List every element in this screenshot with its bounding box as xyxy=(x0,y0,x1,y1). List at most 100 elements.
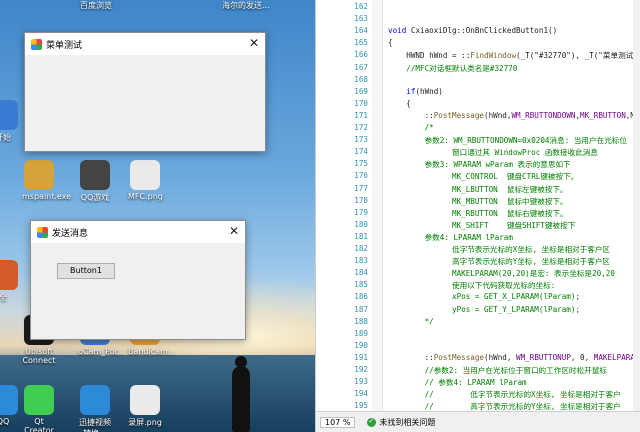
line-number: 174 xyxy=(354,147,368,157)
line-number: 171 xyxy=(354,110,368,120)
line-number: 166 xyxy=(354,50,368,60)
code-line[interactable]: { xyxy=(388,38,393,47)
app-icon xyxy=(80,385,110,415)
code-line[interactable]: ::PostMessage(hWnd, WM_RBUTTONUP, 0, MAK… xyxy=(388,353,640,362)
desktop-icon-label: 录屏.png xyxy=(128,418,162,427)
line-number: 176 xyxy=(354,171,368,181)
zoom-level[interactable]: 107 % xyxy=(320,416,356,428)
line-number: 177 xyxy=(354,183,368,193)
desktop-icon[interactable]: QQ游戏 xyxy=(78,160,112,203)
code-line[interactable]: MK_SHIFT 键盘SHIFT键被按下 xyxy=(388,220,575,231)
code-line[interactable]: yPos = GET_Y_LPARAM(lParam); xyxy=(388,305,580,314)
desktop-icon[interactable]: 全 xyxy=(0,260,20,303)
code-line[interactable]: //参数2: 当用户在光标位于窗口的工作区时松开鼠标 xyxy=(388,365,607,376)
app-icon xyxy=(24,160,54,190)
desktop-icon[interactable]: 开始 xyxy=(0,100,20,143)
send-message-window[interactable]: 发送消息 ✕ Button1 xyxy=(30,220,246,340)
desktop-icon-label: mspaint.exe xyxy=(22,192,72,201)
app-icon xyxy=(24,385,54,415)
title-bar[interactable]: 发送消息 ✕ xyxy=(31,221,245,243)
desktop-icon-label: MFC.png xyxy=(128,192,163,201)
code-line[interactable]: */ xyxy=(388,317,434,326)
code-line[interactable]: MK_CONTROL 键盘CTRL键被按下。 xyxy=(388,171,578,182)
code-line[interactable]: 参数4: LPARAM lParam xyxy=(388,232,513,243)
desktop-icon-label: 开始 xyxy=(0,133,11,142)
desktop-icon-label: QQ游戏 xyxy=(80,193,110,202)
code-line[interactable]: 参数3: WPARAM wParam 表示的意思如下 xyxy=(388,159,571,170)
code-line[interactable]: //MFC对话框默认类名是#32770 xyxy=(388,63,517,74)
desktop-icon-label: Bandicam... xyxy=(128,347,176,356)
line-number: 186 xyxy=(354,292,368,302)
code-line[interactable]: 参数2: WM_RBUTTONDOWN=0x0204消息: 当用户在光标位 xyxy=(388,135,627,146)
code-line[interactable]: MK_LBUTTON 鼠标左键被按下。 xyxy=(388,184,568,195)
desktop-icon[interactable]: QQ xyxy=(0,385,20,426)
line-number: 190 xyxy=(354,340,368,350)
code-line[interactable]: 低字节表示光标的X坐标, 坐标是相对于客户区 xyxy=(388,244,610,255)
line-number: 182 xyxy=(354,244,368,253)
line-number: 184 xyxy=(354,268,368,278)
title-bar[interactable]: 菜单测试 ✕ xyxy=(25,33,265,55)
line-number: 162 xyxy=(354,2,368,11)
code-line[interactable]: xPos = GET_X_LPARAM(lParam); xyxy=(388,292,580,301)
code-line[interactable]: // 参数4: LPARAM lParam xyxy=(388,377,527,388)
line-number: 170 xyxy=(354,98,368,108)
code-line[interactable]: 高字节表示光标的Y坐标, 坐标是相对于客户区 xyxy=(388,256,610,267)
close-icon[interactable]: ✕ xyxy=(229,224,239,238)
line-number: 169 xyxy=(354,86,368,96)
code-area[interactable]: 162163164 void CxiaoxiDlg::OnBnClickedBut… xyxy=(316,0,640,412)
line-number: 175 xyxy=(354,159,368,169)
app-icon xyxy=(37,226,48,238)
line-number: 163 xyxy=(354,14,368,24)
desktop-icon-label: oCam_Por... xyxy=(78,347,125,356)
desktop-icon[interactable]: mspaint.exe xyxy=(22,160,72,201)
line-number: 193 xyxy=(354,377,368,387)
code-line[interactable]: /* xyxy=(388,123,434,132)
desktop-top-label: 百度浏览 xyxy=(80,1,112,10)
line-number: 191 xyxy=(354,352,368,362)
code-line[interactable]: MAKELPARAM(20,20)是宏: 表示坐标是20,20 xyxy=(388,268,615,279)
line-number: 172 xyxy=(354,123,368,132)
line-number: 168 xyxy=(354,74,368,84)
app-icon xyxy=(0,385,18,415)
window-title: 菜单测试 xyxy=(46,40,83,51)
code-line[interactable]: HWND hWnd = ::FindWindow(_T("#32770"), _… xyxy=(388,50,633,61)
desktop-icon[interactable]: 迅捷视频转换... xyxy=(78,385,112,432)
code-editor[interactable]: 162163164 void CxiaoxiDlg::OnBnClickedBut… xyxy=(315,0,640,432)
line-number: 183 xyxy=(354,256,368,266)
line-number: 164 xyxy=(354,26,368,36)
no-issues-icon xyxy=(367,417,377,427)
code-line[interactable]: 窗口通过其 WindowProc 函数接收此消息 xyxy=(388,147,598,158)
line-number: 173 xyxy=(354,135,368,145)
code-line[interactable]: ::PostMessage(hWnd,WM_RBUTTONDOWN,MK_RBU… xyxy=(388,111,640,120)
code-line[interactable]: MK_RBUTTON 鼠标右键被按下。 xyxy=(388,208,568,219)
line-number: 165 xyxy=(354,38,368,48)
line-number: 180 xyxy=(354,219,368,229)
code-line[interactable]: // 低字节表示光标的X坐标, 坐标是相对于客户 xyxy=(388,389,621,400)
line-number: 189 xyxy=(354,328,368,338)
line-number: 179 xyxy=(354,207,368,217)
issues-status: 未找到相关问题 xyxy=(379,417,436,427)
menu-test-window[interactable]: 菜单测试 ✕ xyxy=(24,32,266,152)
vertical-scrollbar[interactable] xyxy=(633,0,640,412)
code-line[interactable]: void CxiaoxiDlg::OnBnClickedButton1() xyxy=(388,26,557,35)
desktop-icon-label: Qt Creator xyxy=(24,417,54,432)
status-bar: 107 % 未找到相关问题 xyxy=(316,411,640,432)
line-number: 178 xyxy=(354,195,368,205)
code-line[interactable]: 使用以下代码获取光标的坐标: xyxy=(388,280,555,291)
code-line[interactable]: MK_MBUTTON 鼠标中键被按下。 xyxy=(388,196,568,207)
app-icon xyxy=(0,100,18,130)
app-icon xyxy=(31,38,42,50)
app-icon xyxy=(80,160,110,190)
silhouette-figure xyxy=(232,356,250,432)
desktop-icon[interactable]: Qt Creator xyxy=(22,385,56,432)
desktop-icon[interactable]: 录屏.png xyxy=(128,385,162,428)
desktop-icon[interactable]: MFC.png xyxy=(128,160,163,201)
code-line[interactable]: { xyxy=(388,99,411,108)
app-icon xyxy=(130,385,160,415)
line-number: 192 xyxy=(354,365,368,374)
button1[interactable]: Button1 xyxy=(57,263,115,279)
window-title: 发送消息 xyxy=(52,228,89,239)
close-icon[interactable]: ✕ xyxy=(249,36,259,50)
desktop-icon-label: 全 xyxy=(0,293,7,302)
code-line[interactable]: if(hWnd) xyxy=(388,87,443,96)
